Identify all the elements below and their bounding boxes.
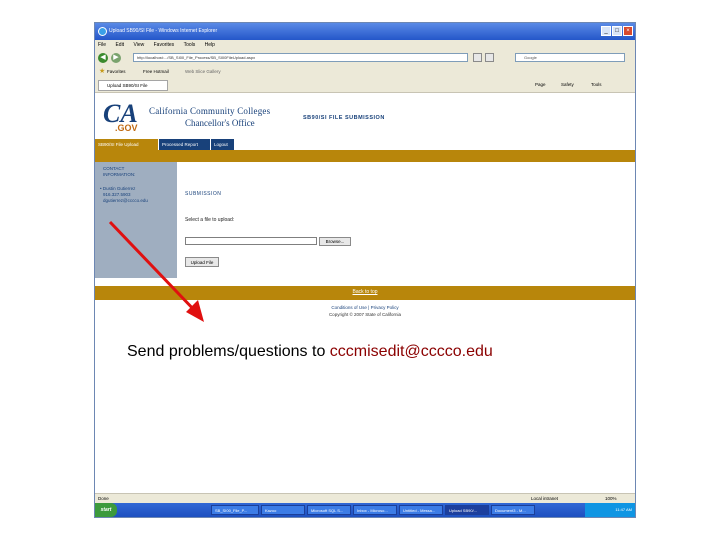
annotation-message: Send problems/questions to cccmisedit@cc… <box>127 343 493 361</box>
message-prefix: Send problems/questions to <box>127 343 330 360</box>
support-email[interactable]: cccmisedit@cccco.edu <box>330 343 493 360</box>
arrow-shaft <box>108 220 200 316</box>
annotation-arrow-icon <box>108 220 204 322</box>
